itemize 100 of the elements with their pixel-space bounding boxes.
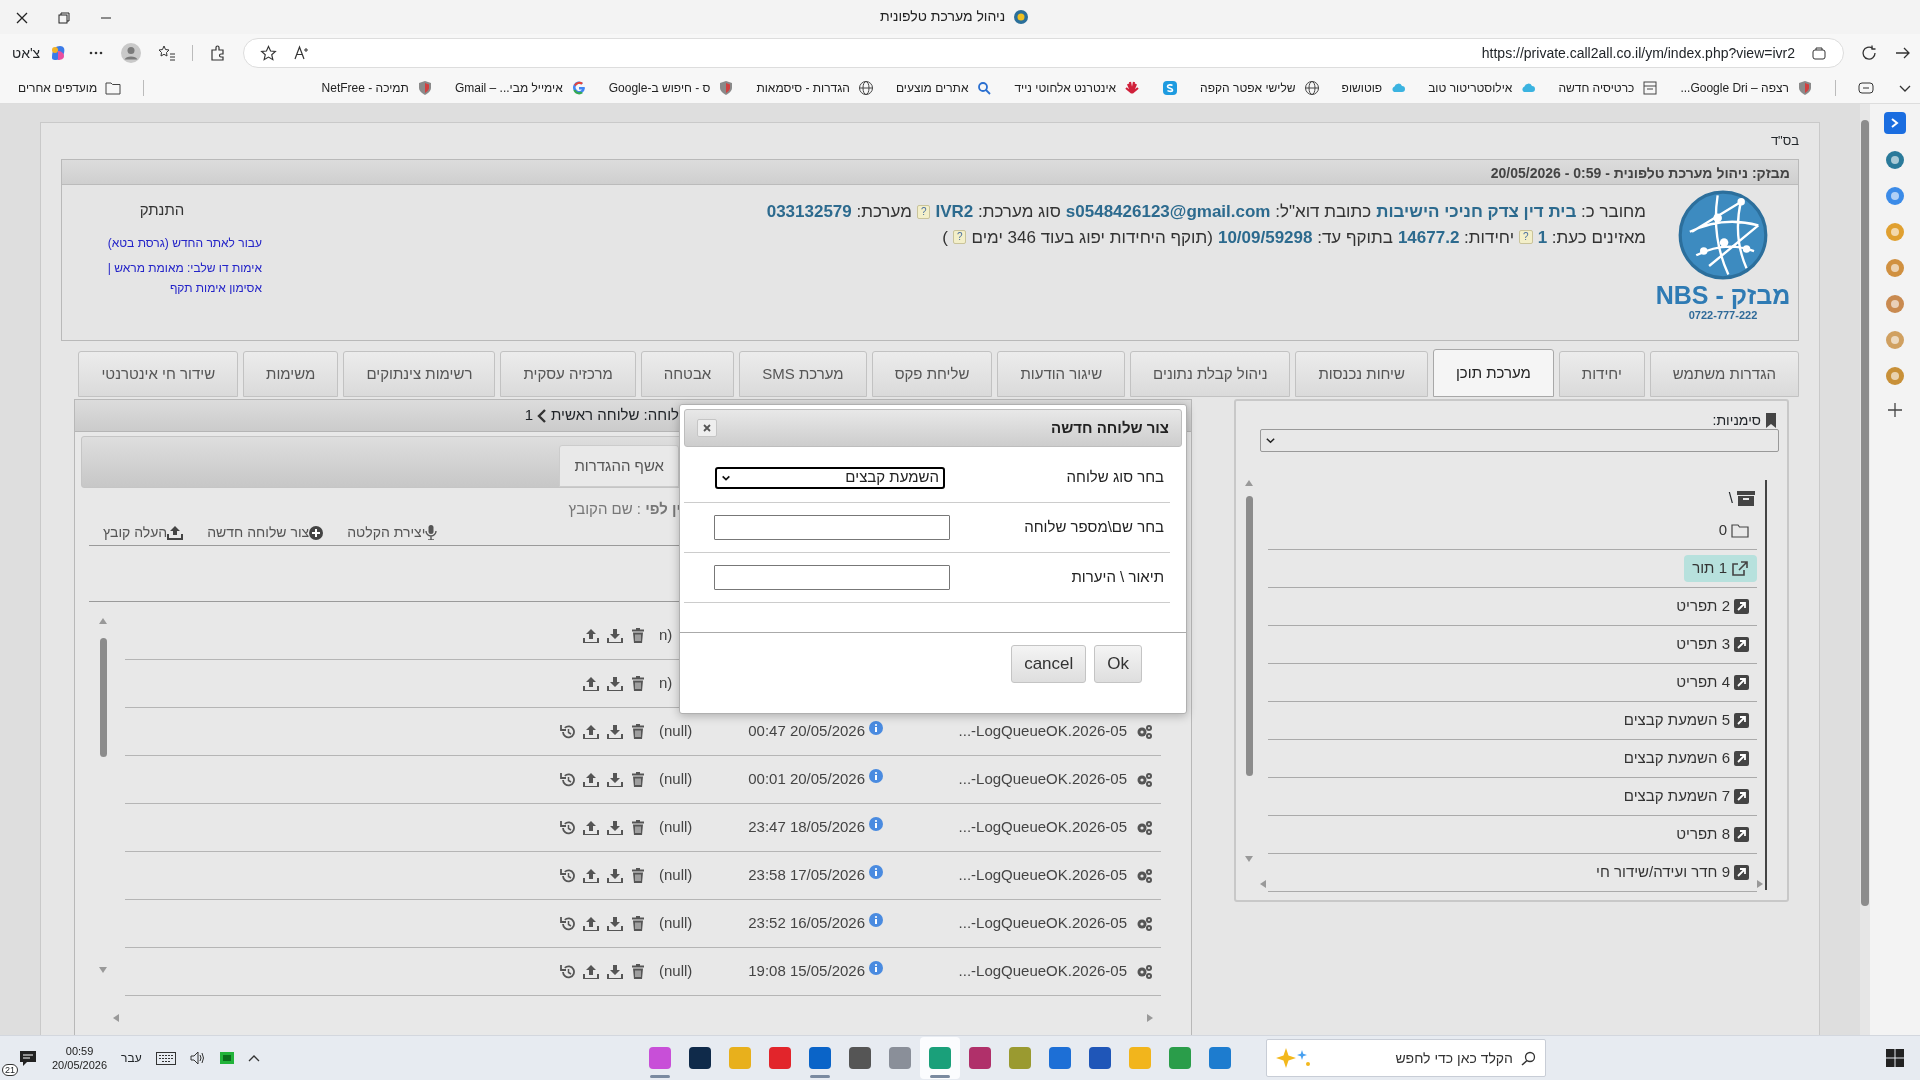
trash-icon[interactable]	[631, 820, 645, 835]
toolbar-link[interactable]: צור שלוחה חדשה	[207, 522, 324, 543]
scrollbar-thumb[interactable]	[99, 638, 107, 757]
tree-item[interactable]: 6 השמעת קבצים	[1615, 745, 1757, 772]
help-icon[interactable]: ?	[1519, 230, 1533, 245]
tab[interactable]: משימות	[243, 351, 339, 397]
chat-button[interactable]: צ'אט	[8, 38, 73, 68]
subtab[interactable]: אשף ההגדרות	[559, 445, 679, 487]
bookmark-link[interactable]: תמיכה - NetFree	[321, 78, 433, 97]
download-icon[interactable]	[607, 916, 623, 931]
tab[interactable]: מערכת תוכן	[1432, 349, 1554, 397]
clock-time[interactable]: 00:59	[52, 1044, 108, 1058]
history-icon[interactable]	[560, 868, 575, 883]
clock-date[interactable]: 20/05/2026	[52, 1058, 108, 1072]
skype-icon[interactable]	[1162, 79, 1179, 96]
tab[interactable]: מערכת SMS	[739, 351, 867, 397]
history-icon[interactable]	[560, 916, 575, 931]
gear-icon[interactable]	[1136, 724, 1153, 741]
help-icon[interactable]: ?	[916, 204, 931, 219]
download-icon[interactable]	[607, 676, 623, 691]
trash-icon[interactable]	[631, 724, 645, 739]
favorites-icon[interactable]	[158, 44, 177, 62]
notification-icon[interactable]	[18, 1049, 38, 1068]
gear-icon[interactable]	[1136, 772, 1153, 789]
tab[interactable]: שיגור הודעות	[997, 351, 1126, 397]
tree-item[interactable]: 4 תפריט	[1668, 669, 1757, 696]
input-field[interactable]	[714, 565, 950, 590]
bookmarks-folder[interactable]: מועדפים אחרים	[18, 78, 122, 97]
tab[interactable]: שיחות נכנסות	[1295, 351, 1428, 397]
chevron-up-icon[interactable]	[247, 1054, 260, 1062]
ok-button[interactable]: Ok	[1094, 645, 1142, 683]
star-icon[interactable]	[260, 44, 278, 62]
toolbar-link[interactable]: העלה קובץ	[103, 522, 184, 543]
bookmark-link[interactable]: רצפה – Google Dri...	[1680, 78, 1813, 97]
tree-item[interactable]: 8 תפריט	[1668, 821, 1757, 848]
file-name[interactable]: LogQueueOK.2026-05-...	[958, 914, 1127, 932]
tree-item[interactable]: 5 השמעת קבצים	[1615, 707, 1757, 734]
tree-root[interactable]: \	[1728, 486, 1733, 510]
tab[interactable]: אבטחה	[640, 351, 735, 397]
trash-icon[interactable]	[631, 772, 645, 787]
language-indicator[interactable]: עבר	[121, 1049, 142, 1067]
sidebar-app-icon[interactable]	[1885, 150, 1905, 170]
logout-link[interactable]: התנתק	[139, 199, 185, 222]
tab[interactable]: שידור חי אינטרנטי	[78, 351, 239, 397]
speaker-icon[interactable]	[189, 1051, 206, 1065]
gear-icon[interactable]	[1136, 868, 1153, 885]
download-icon[interactable]	[607, 628, 623, 643]
windows-start-icon[interactable]	[1886, 1049, 1904, 1067]
upload-icon[interactable]	[583, 964, 599, 979]
profile-icon[interactable]	[120, 42, 143, 64]
tab[interactable]: רשימות צינתוקים	[343, 351, 496, 397]
close-button[interactable]	[697, 419, 717, 437]
bookmark-link[interactable]: ס - חיפוש ב-Google	[608, 78, 735, 97]
bookmark-link[interactable]: אתרים מוצעים	[895, 78, 993, 97]
gear-icon[interactable]	[1136, 820, 1153, 837]
keyboard-icon[interactable]	[155, 1051, 176, 1065]
history-icon[interactable]	[560, 724, 575, 739]
upload-icon[interactable]	[583, 868, 599, 883]
bookmark-link[interactable]: כרטיסיה חדשה	[1558, 78, 1659, 97]
download-icon[interactable]	[607, 724, 623, 739]
history-icon[interactable]	[560, 964, 575, 979]
info-icon[interactable]	[869, 865, 883, 880]
upload-icon[interactable]	[583, 820, 599, 835]
upload-icon[interactable]	[583, 628, 599, 643]
file-name[interactable]: LogQueueOK.2026-05-...	[958, 722, 1127, 740]
cancel-button[interactable]: cancel	[1011, 645, 1087, 683]
bookmark-link[interactable]: אינטרנט אלחוטי נייד	[1014, 78, 1141, 97]
page-link[interactable]: אימות דו שלבי: מאומת מראש |	[107, 258, 262, 277]
tree-item[interactable]: 1 תור	[1684, 555, 1757, 582]
help-icon[interactable]: ?	[952, 230, 967, 245]
tab[interactable]: יחידות	[1558, 351, 1645, 397]
scrollbar-thumb[interactable]	[1861, 120, 1869, 906]
tree-item[interactable]: 2 תפריט	[1668, 593, 1757, 620]
input-field[interactable]	[714, 515, 950, 540]
type-select[interactable]: השמעת קבצים	[715, 466, 945, 489]
page-link[interactable]: עבור לאתר החדש (גרסת בטא)	[107, 233, 262, 252]
tree-item[interactable]: 7 השמעת קבצים	[1615, 783, 1757, 810]
tree-item[interactable]: 3 תפריט	[1668, 631, 1757, 658]
search-field[interactable]: הקלד כאן כדי לחפש	[1266, 1039, 1546, 1077]
download-icon[interactable]	[607, 820, 623, 835]
info-icon[interactable]	[869, 961, 883, 976]
history-icon[interactable]	[560, 820, 575, 835]
upload-icon[interactable]	[583, 916, 599, 931]
refresh-icon[interactable]	[1860, 44, 1878, 62]
scrollbar-thumb[interactable]	[1245, 496, 1253, 776]
gear-icon[interactable]	[1136, 916, 1153, 933]
tab[interactable]: ניהול קבלת נתונים	[1130, 351, 1291, 397]
tree-item[interactable]: 9 חדר ועידה/שידור חי	[1588, 859, 1757, 886]
trash-icon[interactable]	[631, 628, 645, 643]
download-icon[interactable]	[607, 964, 623, 979]
trash-icon[interactable]	[631, 868, 645, 883]
info-icon[interactable]	[869, 817, 883, 832]
file-name[interactable]: LogQueueOK.2026-05-...	[958, 866, 1127, 884]
upload-icon[interactable]	[583, 724, 599, 739]
trash-icon[interactable]	[631, 916, 645, 931]
sidebar-app-icon[interactable]	[1885, 294, 1905, 314]
info-icon[interactable]	[869, 769, 883, 784]
tab[interactable]: שליחת פקס	[871, 351, 993, 397]
collections-icon[interactable]	[1858, 79, 1876, 96]
sidebar-app-icon[interactable]	[1885, 186, 1905, 206]
